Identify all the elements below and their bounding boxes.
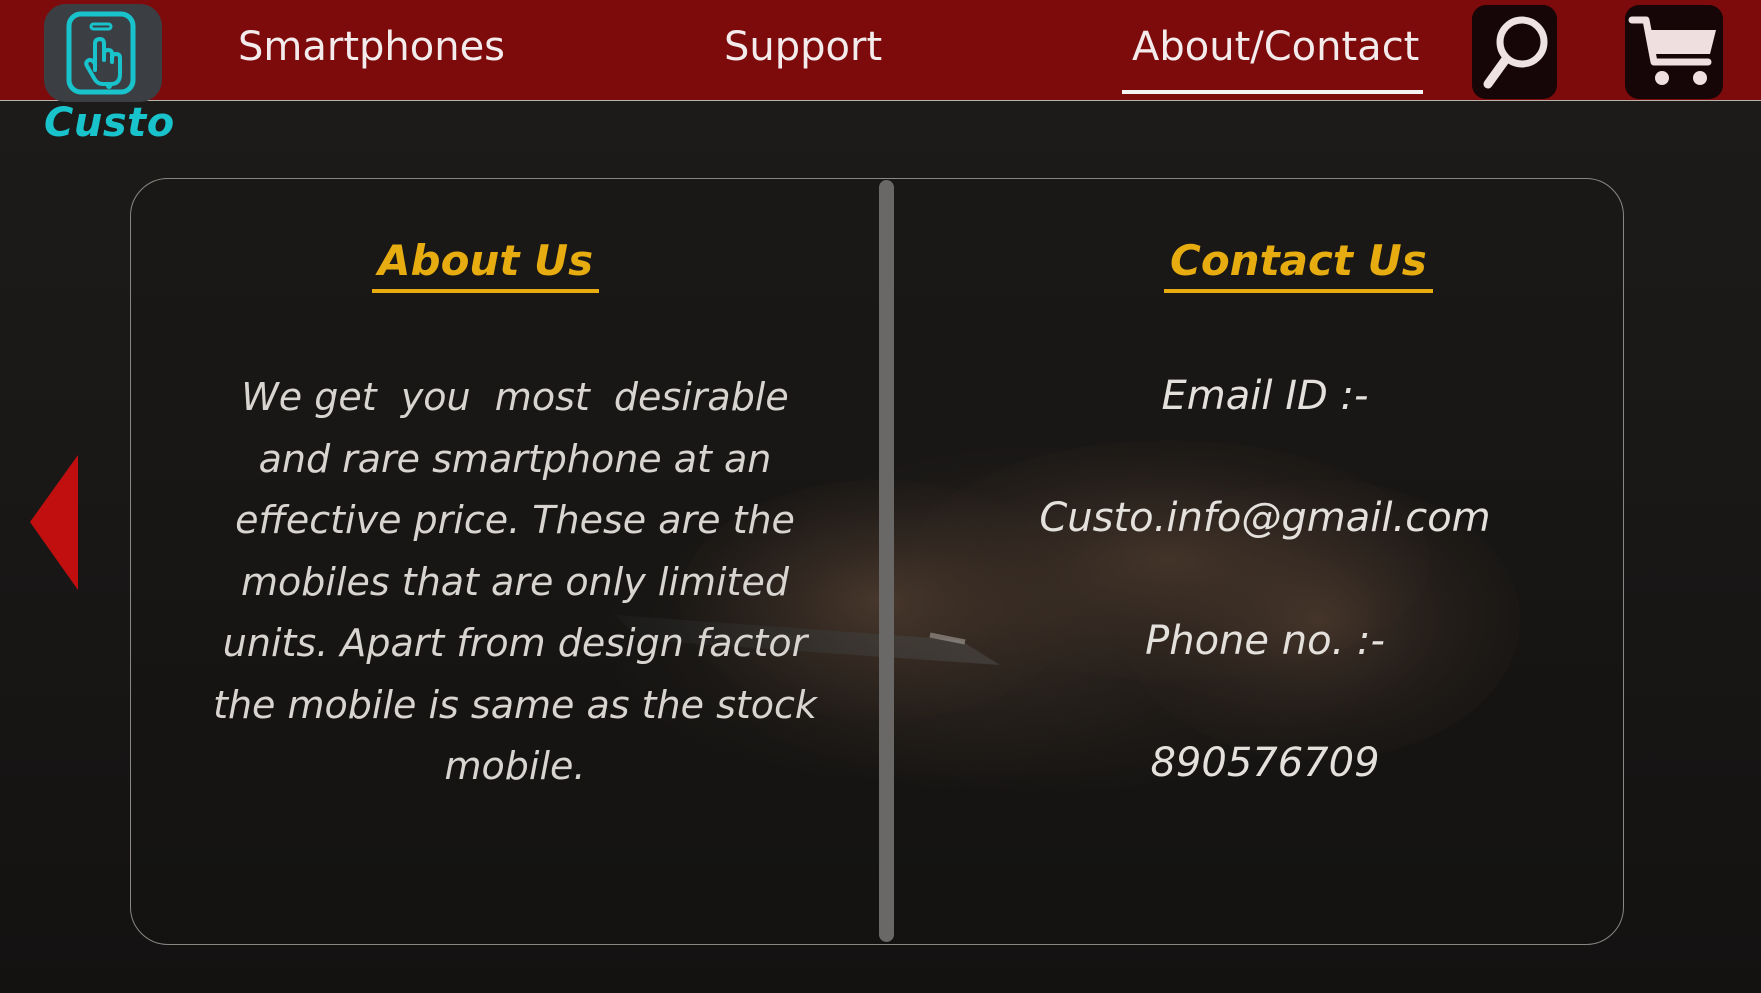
about-heading: About Us [372,236,600,293]
search-button[interactable] [1472,5,1557,99]
about-description: We get you most desirable and rare smart… [213,375,817,788]
search-icon [1483,16,1547,89]
email-value[interactable]: Custo.info@gmail.com [1000,495,1530,541]
phone-label: Phone no. :- [1145,618,1385,664]
about-contact-page: Smartphones Support About/Contact Custo … [0,0,1761,993]
panel-divider [879,180,894,942]
nav-smartphones[interactable]: Smartphones [238,24,505,70]
email-label: Email ID :- [1161,373,1369,419]
phone-value[interactable]: 890576709 [1000,740,1530,786]
cart-button[interactable] [1625,5,1723,99]
logo-button[interactable] [44,4,162,102]
phone-tap-icon [66,11,136,95]
cart-icon [1628,16,1716,85]
nav-support[interactable]: Support [724,24,882,70]
left-triangle-icon[interactable] [30,455,78,590]
nav-about-contact[interactable]: About/Contact [1121,24,1424,94]
top-nav-bar: Smartphones Support About/Contact [0,0,1761,102]
contact-heading: Contact Us [1164,236,1433,293]
brand-name: Custo [44,100,175,146]
